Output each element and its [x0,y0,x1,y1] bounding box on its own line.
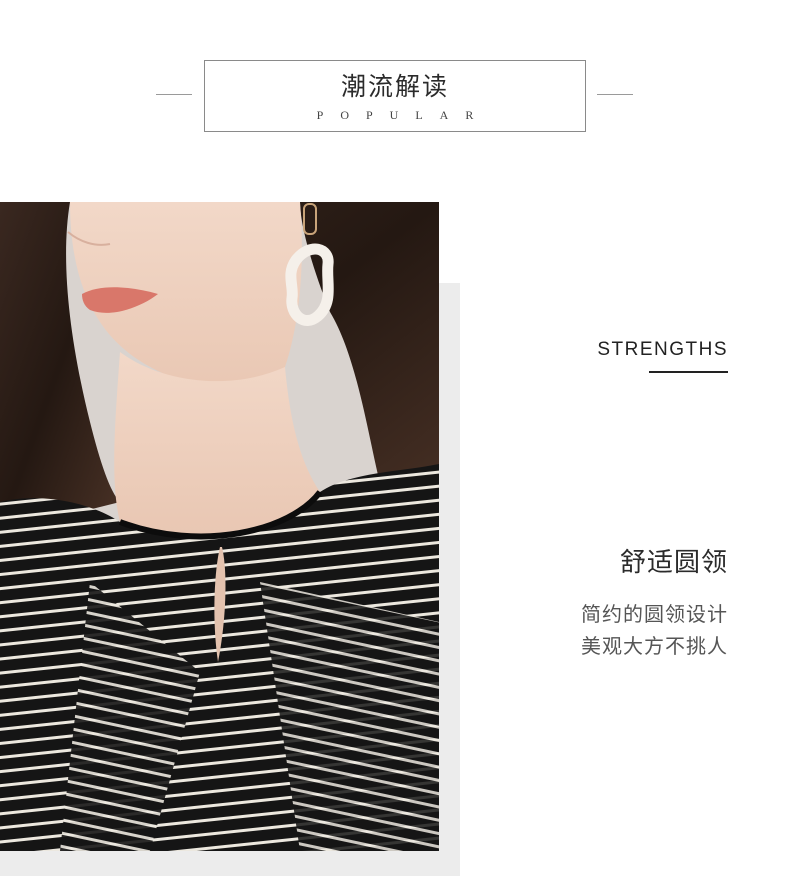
section-subtitle: POPULAR [316,108,491,122]
product-photo [0,202,439,851]
section-title: 潮流解读 [340,72,449,101]
feature-title: 舒适圆领 [619,548,728,578]
header-line-right [597,94,633,95]
header-line-left [156,94,192,95]
section-header-box: 潮流解读 POPULAR [204,60,586,132]
strengths-heading: STRENGTHS [597,339,728,360]
strengths-underline [649,371,728,373]
feature-description-line-1: 简约的圆领设计 [581,602,728,626]
feature-description-line-2: 美观大方不挑人 [581,634,728,658]
